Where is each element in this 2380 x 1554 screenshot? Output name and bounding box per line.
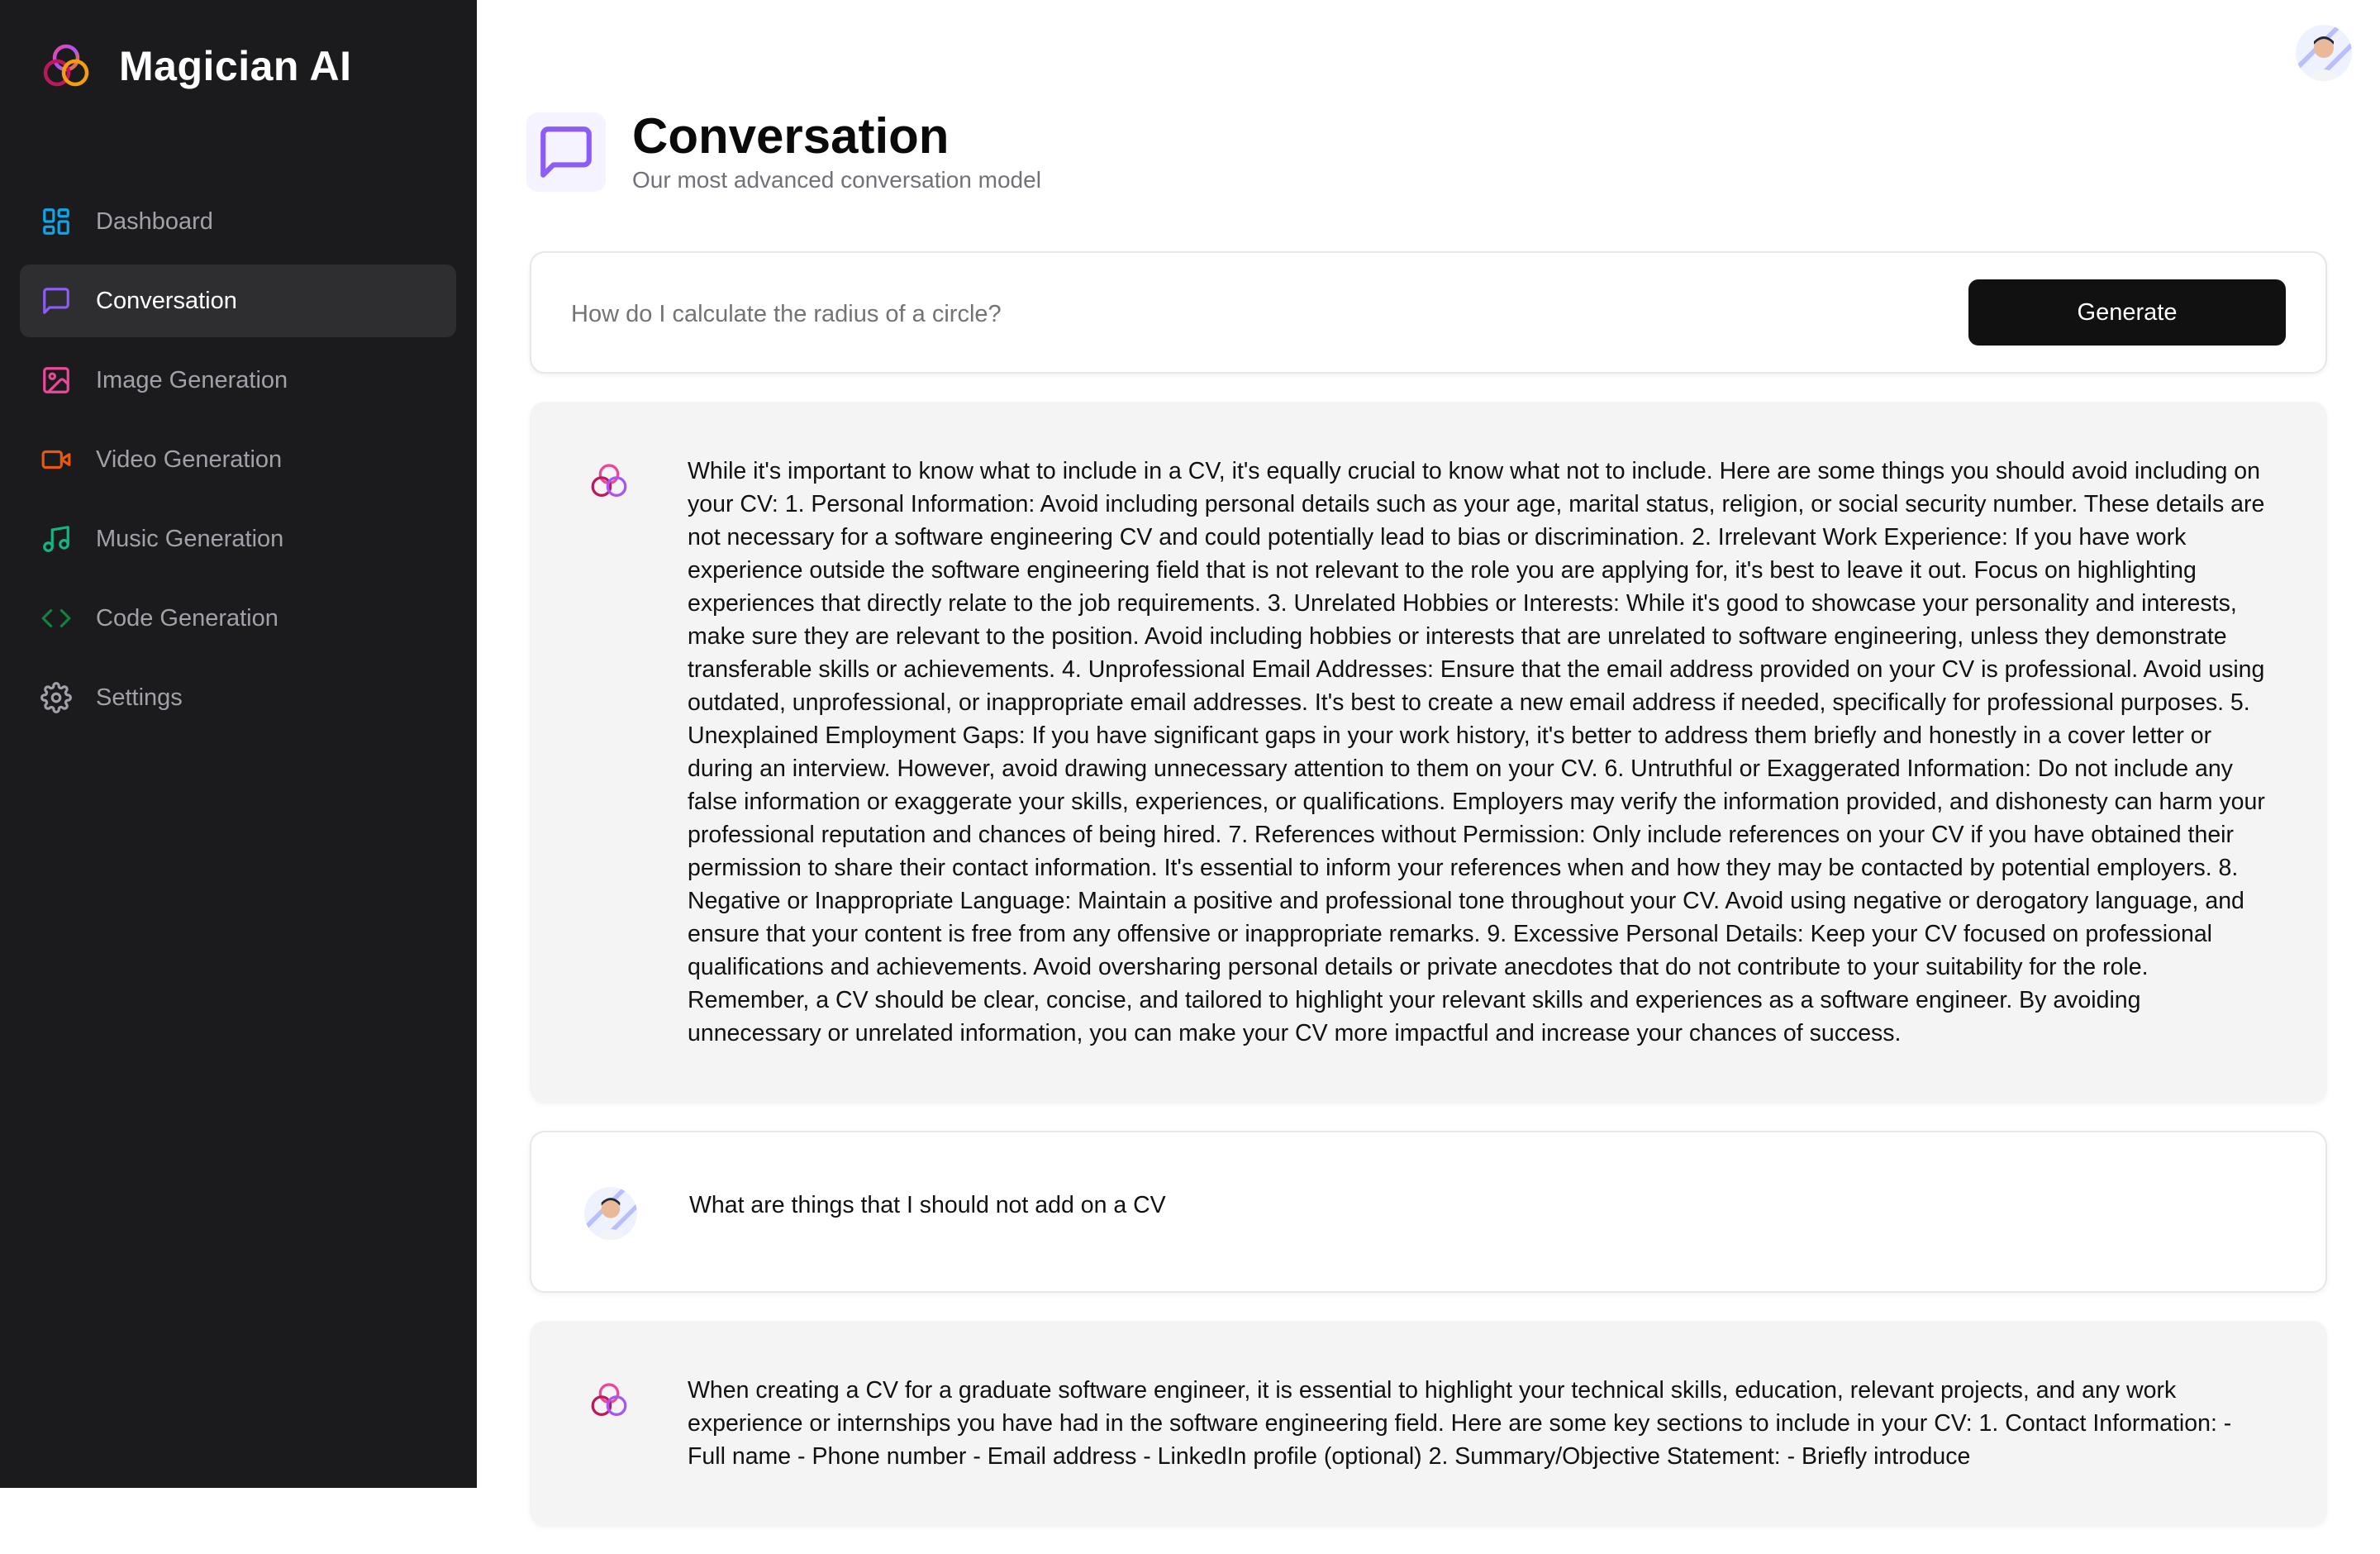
- prompt-form: Generate: [530, 251, 2327, 374]
- sidebar-item-settings[interactable]: Settings: [20, 661, 456, 734]
- bot-avatar-icon: [591, 1383, 627, 1416]
- message-user: What are things that I should not add on…: [530, 1131, 2327, 1293]
- message-text: What are things that I should not add on…: [689, 1192, 1166, 1218]
- music-icon: [40, 522, 73, 555]
- sidebar-nav: Dashboard Conversation Image Generation: [20, 185, 456, 741]
- sidebar-item-label: Conversation: [96, 287, 237, 314]
- sidebar-item-label: Image Generation: [96, 366, 288, 393]
- sidebar-item-conversation[interactable]: Conversation: [20, 265, 456, 337]
- sidebar-item-label: Code Generation: [96, 604, 278, 632]
- user-avatar[interactable]: [2296, 25, 2352, 81]
- gear-icon: [40, 681, 73, 714]
- message-square-icon: [40, 284, 73, 317]
- bot-avatar-icon: [591, 464, 627, 497]
- generate-button[interactable]: Generate: [1968, 279, 2286, 346]
- user-avatar: [584, 1187, 637, 1240]
- dashboard-icon: [40, 205, 73, 238]
- sidebar-item-code-generation[interactable]: Code Generation: [20, 582, 456, 655]
- brand[interactable]: Magician AI: [38, 38, 351, 94]
- page-title: Conversation: [632, 108, 950, 164]
- main-content: Conversation Our most advanced conversat…: [477, 0, 2380, 1526]
- page-header: Conversation Our most advanced conversat…: [526, 106, 1041, 193]
- app-name: Magician AI: [119, 43, 352, 89]
- message-square-icon: [526, 112, 606, 192]
- sidebar-item-label: Dashboard: [96, 207, 213, 235]
- message-assistant: While it's important to know what to inc…: [530, 402, 2327, 1103]
- sidebar-item-dashboard[interactable]: Dashboard: [20, 185, 456, 258]
- sidebar-item-music-generation[interactable]: Music Generation: [20, 503, 456, 575]
- sidebar-item-label: Video Generation: [96, 446, 283, 473]
- sidebar-item-video-generation[interactable]: Video Generation: [20, 423, 456, 496]
- code-icon: [40, 602, 73, 635]
- message-text: When creating a CV for a graduate softwa…: [688, 1377, 2232, 1470]
- prompt-input[interactable]: [571, 286, 1976, 342]
- sidebar-item-label: Music Generation: [96, 525, 284, 552]
- message-assistant: When creating a CV for a graduate softwa…: [530, 1321, 2327, 1526]
- message-list: While it's important to know what to inc…: [530, 402, 2327, 1554]
- image-icon: [40, 364, 73, 397]
- video-icon: [40, 443, 73, 476]
- page-subtitle: Our most advanced conversation model: [632, 167, 1041, 193]
- sidebar-item-image-generation[interactable]: Image Generation: [20, 344, 456, 417]
- sidebar-item-label: Settings: [96, 684, 183, 711]
- logo-icon: [43, 44, 89, 87]
- sidebar: Magician AI Dashboard Conversation Image…: [0, 0, 477, 1488]
- message-text: While it's important to know what to inc…: [688, 458, 2265, 1046]
